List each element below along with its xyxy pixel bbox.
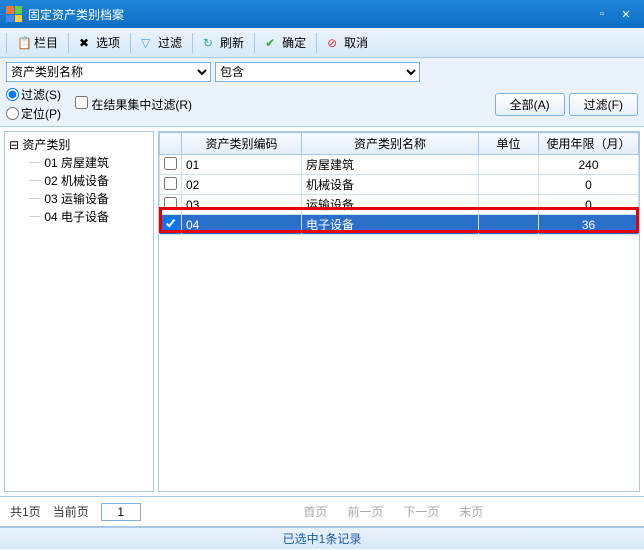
cell-code: 01 — [182, 155, 302, 175]
col-life[interactable]: 使用年限（月） — [539, 133, 639, 155]
app-icon — [6, 6, 22, 22]
filter-op-select[interactable]: 包含 — [215, 62, 420, 82]
tree-node[interactable]: 01 房屋建筑 — [9, 154, 149, 172]
cell-code: 02 — [182, 175, 302, 195]
current-page-input[interactable] — [101, 503, 141, 521]
cell-name: 机械设备 — [302, 175, 479, 195]
cell-unit — [479, 195, 539, 215]
row-checkbox[interactable] — [164, 157, 177, 170]
next-page[interactable]: 下一页 — [403, 503, 439, 520]
row-checkbox[interactable] — [164, 197, 177, 210]
pager: 共1页 当前页 首页 前一页 下一页 末页 — [0, 497, 644, 527]
category-tree: 资产类别 01 房屋建筑02 机械设备03 运输设备04 电子设备 — [4, 131, 154, 492]
funnel-icon: ▽ — [141, 36, 155, 50]
last-page[interactable]: 末页 — [459, 503, 483, 520]
refresh-icon: ↻ — [203, 36, 217, 50]
row-checkbox[interactable] — [164, 177, 177, 190]
all-button[interactable]: 全部(A) — [495, 93, 565, 116]
cell-unit — [479, 215, 539, 235]
radio-filter[interactable]: 过滤(S) — [6, 86, 61, 103]
cell-name: 电子设备 — [302, 215, 479, 235]
prev-page[interactable]: 前一页 — [347, 503, 383, 520]
close-button[interactable]: ✕ — [614, 4, 638, 24]
filter-mode-group: 过滤(S) 定位(P) — [6, 86, 61, 122]
cell-code: 03 — [182, 195, 302, 215]
options-button[interactable]: ✖选项 — [73, 32, 126, 53]
table-row[interactable]: 04 电子设备 36 — [160, 215, 639, 235]
cancel-icon: ⊘ — [327, 36, 341, 50]
col-code[interactable]: 资产类别编码 — [182, 133, 302, 155]
cell-name: 运输设备 — [302, 195, 479, 215]
cell-unit — [479, 175, 539, 195]
columns-button[interactable]: 📋栏目 — [11, 32, 64, 53]
check-icon: ✔ — [265, 36, 279, 50]
window-title: 固定资产类别档案 — [28, 6, 590, 23]
table-row[interactable]: 02 机械设备 0 — [160, 175, 639, 195]
grid-wrap: 资产类别编码 资产类别名称 单位 使用年限（月） 01 房屋建筑 240 02 … — [158, 131, 640, 492]
status-bar: 已选中1条记录 — [0, 527, 644, 549]
row-checkbox[interactable] — [164, 217, 177, 230]
filter-field-select[interactable]: 资产类别名称 — [6, 62, 211, 82]
chk-in-result[interactable]: 在结果集中过滤(R) — [75, 96, 192, 113]
cell-life: 240 — [539, 155, 639, 175]
tree-root[interactable]: 资产类别 — [9, 136, 149, 154]
col-check[interactable] — [160, 133, 182, 155]
col-unit[interactable]: 单位 — [479, 133, 539, 155]
filter-bar: 资产类别名称 包含 过滤(S) 定位(P) 在结果集中过滤(R) 全部(A) 过… — [0, 58, 644, 127]
cancel-button[interactable]: ⊘取消 — [321, 32, 374, 53]
do-filter-button[interactable]: 过滤(F) — [569, 93, 638, 116]
toolbar: 📋栏目 ✖选项 ▽过滤 ↻刷新 ✔确定 ⊘取消 — [0, 28, 644, 58]
refresh-button[interactable]: ↻刷新 — [197, 32, 250, 53]
table-row[interactable]: 01 房屋建筑 240 — [160, 155, 639, 175]
total-pages: 共1页 — [10, 503, 41, 520]
ok-button[interactable]: ✔确定 — [259, 32, 312, 53]
cell-life: 36 — [539, 215, 639, 235]
table-row[interactable]: 03 运输设备 0 — [160, 195, 639, 215]
tree-node[interactable]: 04 电子设备 — [9, 208, 149, 226]
tree-node[interactable]: 03 运输设备 — [9, 190, 149, 208]
cell-life: 0 — [539, 195, 639, 215]
tree-node[interactable]: 02 机械设备 — [9, 172, 149, 190]
columns-icon: 📋 — [17, 36, 31, 50]
minimize-button[interactable]: ▫ — [590, 4, 614, 24]
first-page[interactable]: 首页 — [303, 503, 327, 520]
col-name[interactable]: 资产类别名称 — [302, 133, 479, 155]
radio-locate[interactable]: 定位(P) — [6, 105, 61, 122]
cell-name: 房屋建筑 — [302, 155, 479, 175]
cell-code: 04 — [182, 215, 302, 235]
current-page-label: 当前页 — [53, 503, 89, 520]
main-area: 资产类别 01 房屋建筑02 机械设备03 运输设备04 电子设备 资产类别编码… — [0, 127, 644, 497]
cell-life: 0 — [539, 175, 639, 195]
data-grid: 资产类别编码 资产类别名称 单位 使用年限（月） 01 房屋建筑 240 02 … — [159, 132, 639, 235]
titlebar: 固定资产类别档案 ▫ ✕ — [0, 0, 644, 28]
cell-unit — [479, 155, 539, 175]
gear-icon: ✖ — [79, 36, 93, 50]
filter-button[interactable]: ▽过滤 — [135, 32, 188, 53]
